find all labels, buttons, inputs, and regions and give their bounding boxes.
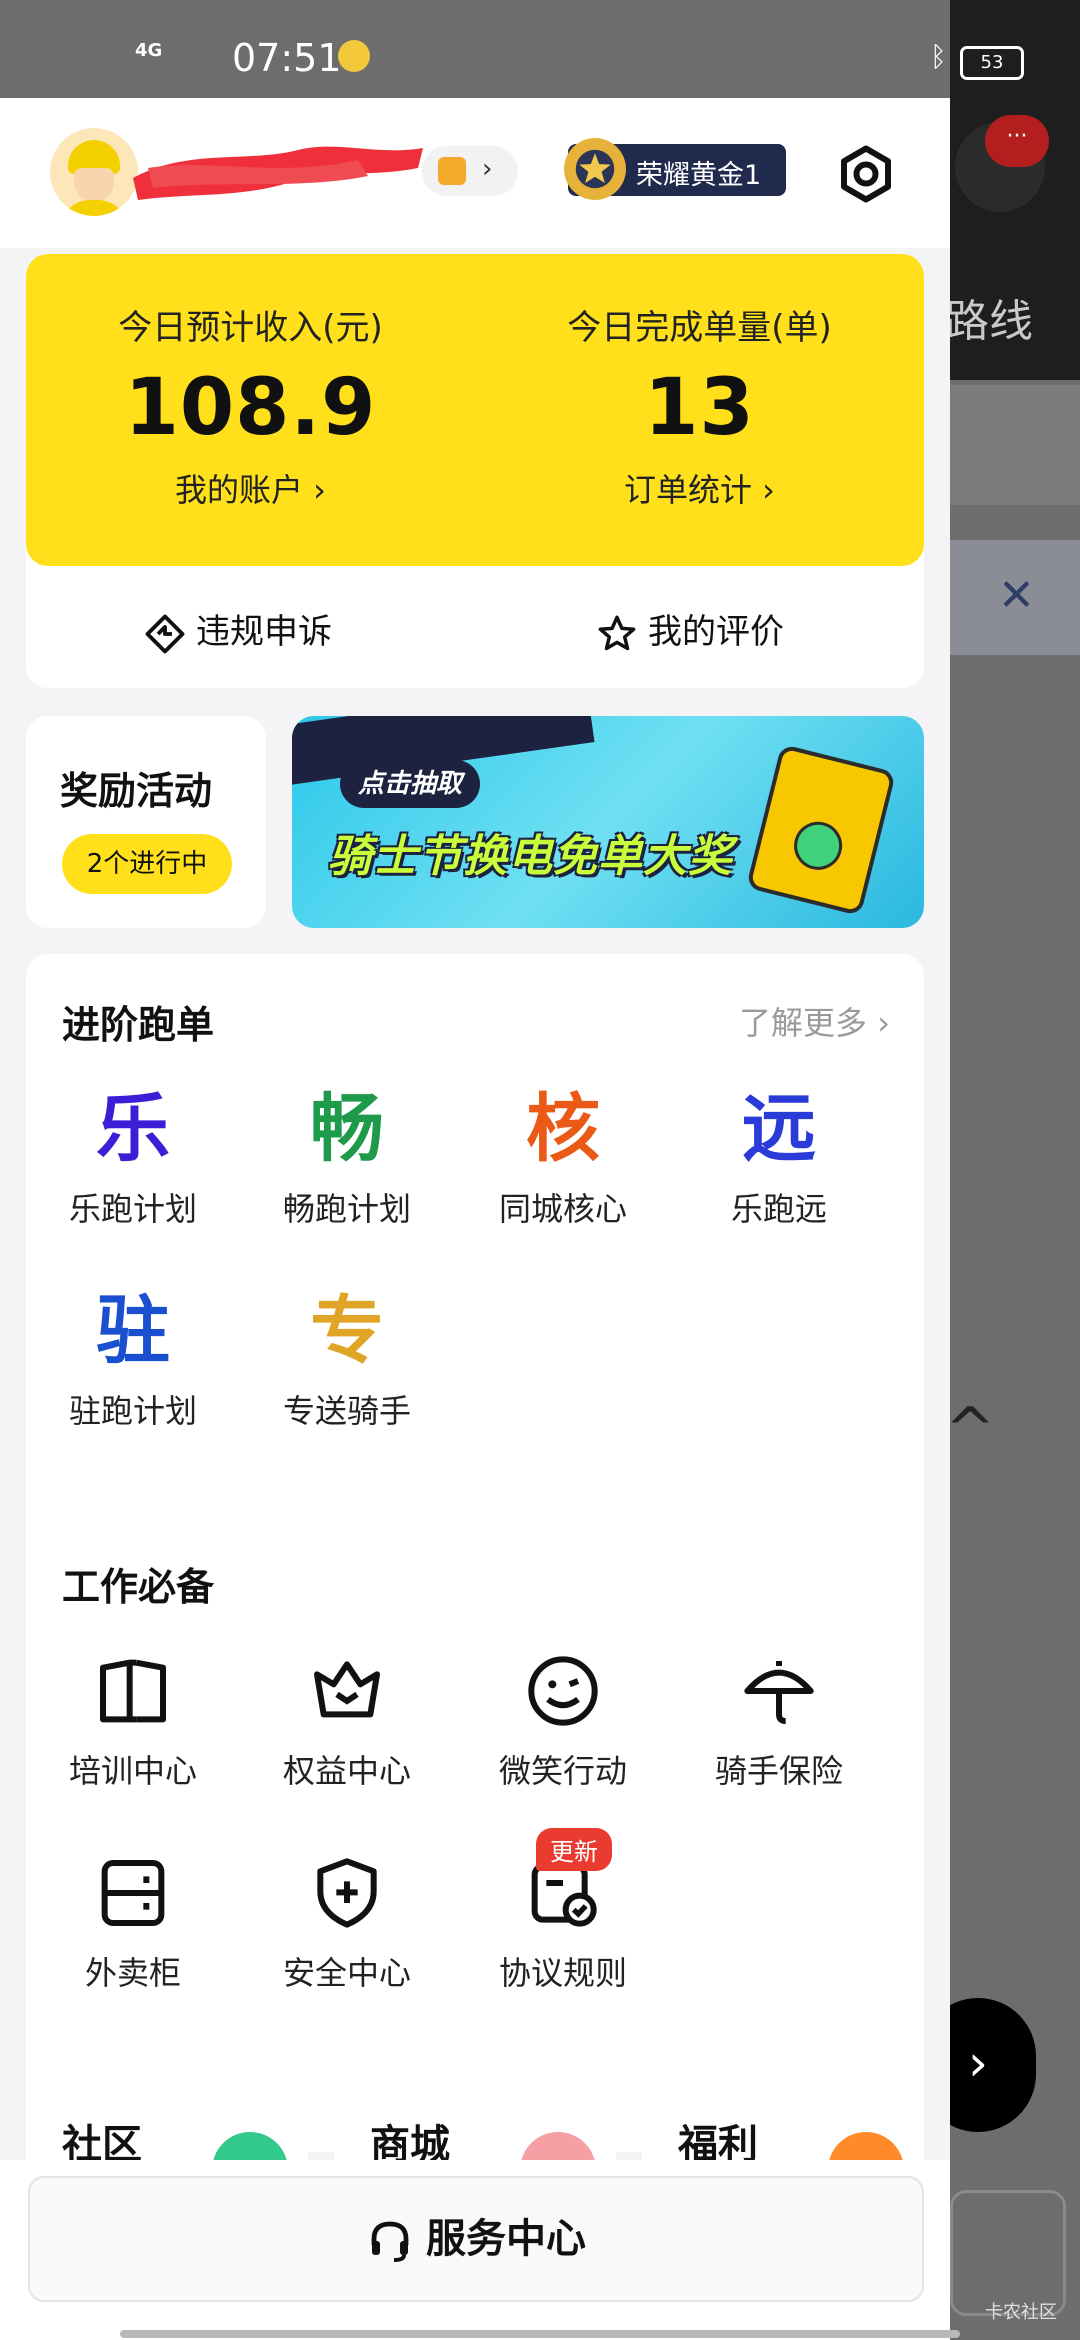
ess-item-locker[interactable]: 外卖柜 [26,1848,240,1994]
battery-indicator: 53 [960,46,1024,80]
home-indicator[interactable] [120,2330,960,2338]
chevron-up-icon[interactable]: ^ [945,1395,995,1465]
adv-item-label: 驻跑计划 [68,1392,197,1430]
adv-item-lepao[interactable]: 乐 乐跑计划 [26,1084,240,1230]
battery-illustration [745,743,897,917]
profile-header: › 荣耀黄金1 [0,98,950,248]
locker-icon [101,1860,165,1926]
adv-item-changpao[interactable]: 畅 畅跑计划 [240,1084,454,1230]
core-icon: 核 [526,1086,600,1172]
watermark: 卡农社区 [985,2302,1057,2323]
rating-label: 我的评价 [648,612,784,652]
shirt-shape [60,200,128,216]
reward-card[interactable]: 奖励活动 2个进行中 [26,716,266,928]
network-indicator: 4G [135,40,163,61]
medal-icon [438,157,466,185]
lepao-icon: 乐 [96,1086,170,1172]
notification-badge: ··· [985,115,1049,167]
star-icon [598,615,636,650]
ess-item-safety[interactable]: 安全中心 [240,1848,454,1994]
ess-item-label: 培训中心 [68,1752,197,1790]
status-bar: 4G 07:51 ᛒ 53 [0,0,1080,98]
side-drawer: › 荣耀黄金1 今日预计收入(元) 108.9 我的账户 › 今日完成单量(单)… [0,98,950,2340]
far-icon: 远 [742,1086,816,1172]
adv-item-label: 专送骑手 [282,1392,411,1430]
adv-item-label: 同城核心 [498,1190,627,1228]
headset-icon [371,2221,409,2262]
check-icon [789,816,848,875]
level-pill[interactable]: › [422,146,518,196]
adv-item-dedicated[interactable]: 专 专送骑手 [240,1286,454,1432]
appeal-label: 违规申诉 [196,612,332,652]
chevron-right-icon: › [482,154,493,184]
shield-plus-icon [317,1858,377,1928]
update-badge: 更新 [536,1828,612,1871]
order-stats-link[interactable]: 订单统计 › [475,465,924,511]
service-bar: 服务中心 [0,2160,950,2340]
advanced-section: 进阶跑单 了解更多 › 乐 乐跑计划 畅 畅跑计划 核 同城核心 远 乐跑远 驻… [26,954,924,1588]
umbrella-icon [744,1661,814,1724]
ess-item-training[interactable]: 培训中心 [26,1646,240,1792]
orders-title: 今日完成单量(单) [567,308,832,348]
essentials-section: 工作必备 培训中心 权益中心 微笑行动 骑手保险 外卖柜 安全中心 更新 协议规… [26,1516,924,2152]
appeal-button[interactable]: 违规申诉 [144,604,332,655]
service-center-button[interactable]: 服务中心 [28,2176,924,2302]
reward-title: 奖励活动 [60,769,213,813]
learn-more-link[interactable]: 了解更多 › [739,998,890,1044]
banner-headline: 骑士节换电免单大奖 [328,831,733,882]
bluetooth-icon: ᛒ [930,40,947,73]
star-badge-icon [564,138,626,200]
close-icon[interactable]: ✕ [998,570,1035,621]
avatar[interactable] [50,128,138,216]
dedicated-icon: 专 [310,1288,384,1374]
ess-item-label: 外卖柜 [84,1954,181,1992]
appeal-icon [145,614,185,653]
earnings-card: 今日预计收入(元) 108.9 我的账户 › 今日完成单量(单) 13 订单统计… [26,254,924,688]
adv-item-label: 乐跑远 [730,1190,827,1228]
income-value: 108.9 [124,363,377,453]
crown-icon [314,1661,380,1718]
reward-status-pill: 2个进行中 [62,834,232,894]
income-column[interactable]: 今日预计收入(元) 108.9 我的账户 › [26,300,475,511]
ess-item-insurance[interactable]: 骑手保险 [672,1646,886,1792]
adv-item-far[interactable]: 远 乐跑远 [672,1084,886,1230]
notification-icon [338,40,370,72]
ess-item-label: 权益中心 [282,1752,411,1790]
book-icon [100,1659,166,1723]
zhupao-icon: 驻 [96,1288,170,1374]
honor-badge-label: 荣耀黄金1 [636,160,762,191]
promo-banner[interactable]: 点击抽取 骑士节换电免单大奖 [292,716,924,928]
face-shape [74,168,114,202]
income-title: 今日预计收入(元) [118,308,383,348]
earnings-summary: 今日预计收入(元) 108.9 我的账户 › 今日完成单量(单) 13 订单统计… [26,254,924,566]
section-title: 进阶跑单 [62,1003,215,1047]
adv-item-zhupao[interactable]: 驻 驻跑计划 [26,1286,240,1432]
background-panel [950,385,1080,505]
ess-item-smile[interactable]: 微笑行动 [456,1646,670,1792]
section-title: 工作必备 [62,1565,215,1609]
ess-item-agreement[interactable]: 更新 协议规则 [456,1828,670,1994]
ess-item-label: 安全中心 [282,1954,411,1992]
changpao-icon: 畅 [310,1086,384,1172]
orders-value: 13 [644,363,755,453]
clock: 07:51 [232,36,342,80]
ess-item-label: 骑手保险 [714,1752,843,1790]
my-rating-button[interactable]: 我的评价 [596,604,784,655]
adv-item-label: 畅跑计划 [282,1190,411,1228]
banner-chip: 点击抽取 [340,760,481,808]
adv-item-core[interactable]: 核 同城核心 [456,1084,670,1230]
service-label: 服务中心 [426,2216,586,2262]
ess-item-label: 微笑行动 [498,1752,627,1790]
route-label: 路线 [945,296,1033,347]
my-account-link[interactable]: 我的账户 › [26,465,475,511]
redacted-username [133,146,423,200]
orders-column[interactable]: 今日完成单量(单) 13 订单统计 › [475,300,924,511]
ess-item-label: 协议规则 [498,1954,627,1992]
ess-item-benefits[interactable]: 权益中心 [240,1646,454,1792]
honor-badge[interactable]: 荣耀黄金1 [564,138,786,200]
adv-item-label: 乐跑计划 [68,1190,197,1228]
smile-wink-icon [528,1656,598,1726]
settings-icon[interactable] [836,144,896,204]
